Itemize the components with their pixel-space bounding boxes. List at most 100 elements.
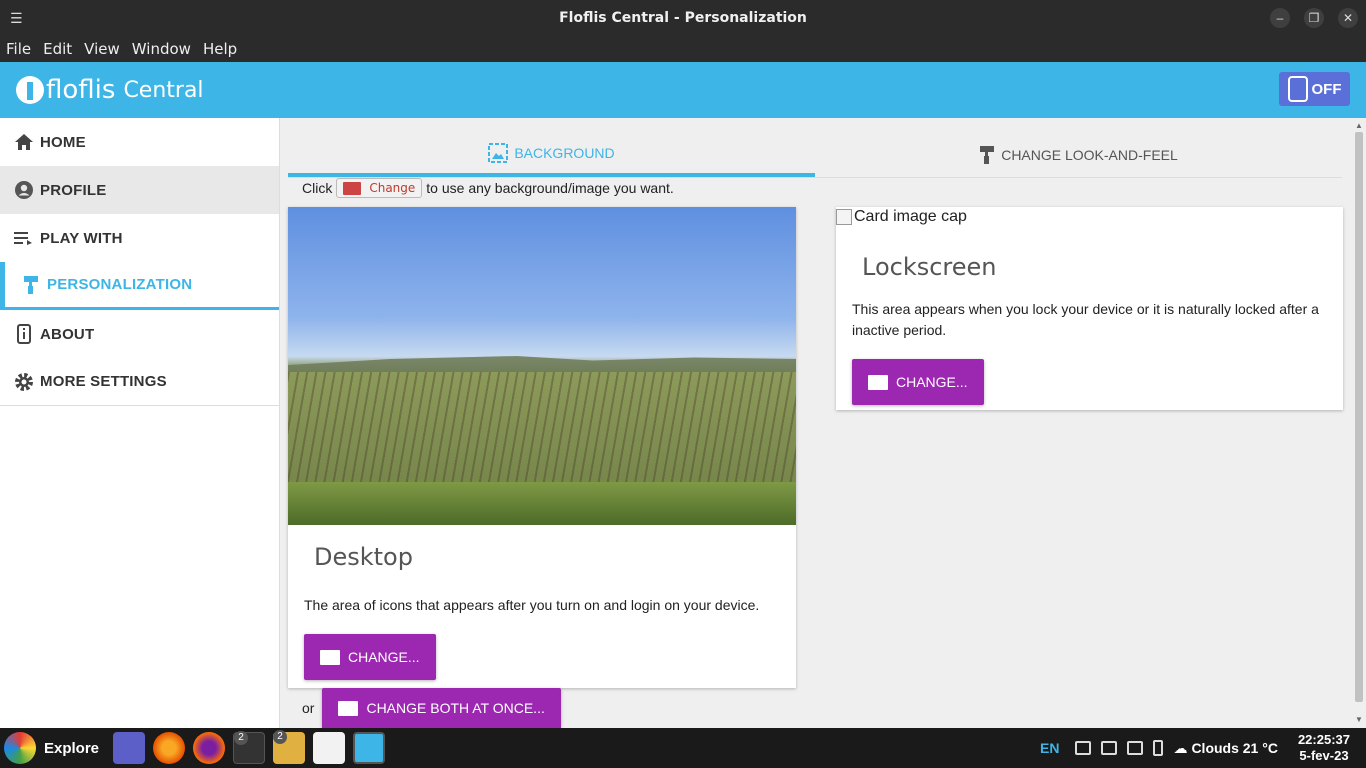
weather-icon: ☁ [1173,739,1188,756]
clock-date: 5-fev-23 [1299,748,1349,763]
app-header: floflis Central OFF [0,62,1366,118]
or-text: or [302,700,315,716]
scrollbar-thumb[interactable] [1355,132,1363,702]
clock[interactable]: 22:25:37 5-fev-23 [1298,732,1350,764]
main-content: BACKGROUND CHANGE LOOK-AND-FEEL Click Ch… [280,118,1366,728]
change-chip-button[interactable]: Change [336,178,423,198]
button-label: CHANGE... [896,374,968,390]
battery-icon[interactable] [1153,740,1164,756]
menu-bar: File Edit View Window Help [0,36,1366,62]
weather-text[interactable]: Clouds 21 °C [1191,740,1278,756]
desktop-card: Desktop The area of icons that appears a… [288,207,796,688]
card-title: Lockscreen [862,253,997,281]
window-titlebar: ☰ Floflis Central - Personalization – ❐ … [0,0,1366,36]
firefox-app-icon[interactable] [193,732,226,764]
sidebar-item-personalization[interactable]: PERSONALIZATION [0,262,279,310]
volume-icon[interactable] [1127,741,1144,755]
desktop-background-image [288,207,796,525]
lockscreen-image: Card image cap [836,207,1343,227]
hint-after: to use any background/image you want. [426,180,674,196]
button-label: CHANGE BOTH AT ONCE... [366,700,545,716]
sidebar: HOME PROFILE PLAY WITH PERSONALIZATION A… [0,118,280,728]
sidebar-item-label: PERSONALIZATION [47,276,193,293]
teams-app-icon[interactable] [113,732,146,764]
files-app-icon[interactable]: 2 [273,730,306,764]
folder-icon [320,649,340,665]
tab-label: BACKGROUND [514,144,615,161]
sidebar-item-label: PLAY WITH [40,229,123,247]
sidebar-item-play-with[interactable]: PLAY WITH [0,214,279,262]
start-orb-icon [4,732,36,764]
tab-change-look-and-feel[interactable]: CHANGE LOOK-AND-FEEL [815,132,1342,177]
terminal-app-icon[interactable]: 2 [233,731,266,764]
paint-roller-icon [21,275,41,295]
maximize-button[interactable]: ❐ [1304,8,1324,28]
tab-bar: BACKGROUND CHANGE LOOK-AND-FEEL [288,132,1342,178]
vertical-scrollbar[interactable]: ▲ ▼ [1354,122,1364,724]
card-text: This area appears when you lock your dev… [852,301,1319,338]
image-icon [488,142,509,163]
account-circle-icon [14,180,34,200]
brand-name: floflis [46,75,116,105]
sidebar-item-more-settings[interactable]: MORE SETTINGS [0,358,279,406]
sidebar-item-home[interactable]: HOME [0,118,279,166]
window-count-badge: 2 [234,731,249,745]
scroll-up-icon[interactable]: ▲ [1354,122,1364,130]
chip-label: Change [369,181,416,195]
keyboard-layout[interactable]: EN [1040,740,1059,756]
app-logo[interactable]: floflis Central [16,75,204,105]
system-tray: EN ☁ Clouds 21 °C 22:25:37 5-fev-23 [1040,728,1350,768]
change-desktop-button[interactable]: CHANGE... [304,634,436,680]
clock-time: 22:25:37 [1297,732,1350,747]
power-toggle-button[interactable]: OFF [1279,72,1350,106]
menu-help[interactable]: Help [203,40,237,58]
sidebar-item-label: HOME [40,133,86,151]
lockscreen-card: Card image cap Lockscreen This area appe… [836,207,1343,410]
close-button[interactable]: ✕ [1338,8,1358,28]
text-editor-app-icon[interactable] [313,732,346,764]
network-icon[interactable] [1101,741,1118,755]
tab-label: CHANGE LOOK-AND-FEEL [1001,146,1178,163]
paint-roller-icon [979,145,995,165]
fuel-pump-icon [1287,76,1308,102]
brand-suffix: Central [123,77,204,103]
sidebar-item-label: ABOUT [40,325,95,343]
start-label: Explore [44,739,100,757]
floflis-central-app-icon[interactable] [353,732,386,764]
window-count-badge: 2 [273,730,288,744]
card-title: Desktop [314,543,413,571]
tab-background[interactable]: BACKGROUND [288,132,815,177]
window-title: Floflis Central - Personalization [559,10,807,26]
folder-icon [868,374,888,390]
button-label: CHANGE... [348,649,420,665]
gear-icon [14,372,34,392]
display-icon[interactable] [1075,741,1092,755]
orb-app-icon[interactable] [153,732,186,764]
scroll-down-icon[interactable]: ▼ [1354,716,1364,724]
image-alt-text: Card image cap [854,208,967,225]
broken-image-icon [836,209,852,225]
floflis-logo-icon [16,76,44,104]
hint-before: Click [302,180,333,196]
change-both-row: or CHANGE BOTH AT ONCE... [302,688,561,728]
menu-view[interactable]: View [84,40,120,58]
hamburger-menu-icon[interactable]: ☰ [10,10,26,26]
menu-window[interactable]: Window [132,40,191,58]
playlist-icon [14,228,34,248]
taskbar: Explore 2 2 EN ☁ Clouds 21 °C 22:25:37 5… [0,728,1366,768]
background-hint: Click Change to use any background/image… [302,178,674,198]
sidebar-item-about[interactable]: ABOUT [0,310,279,358]
change-lockscreen-button[interactable]: CHANGE... [852,359,984,405]
folder-icon [343,181,362,195]
sidebar-item-profile[interactable]: PROFILE [0,166,279,214]
info-icon [14,324,34,344]
folder-icon [338,700,359,716]
menu-file[interactable]: File [6,40,31,58]
sidebar-item-label: PROFILE [40,181,107,199]
minimize-button[interactable]: – [1270,8,1290,28]
menu-edit[interactable]: Edit [43,40,72,58]
power-label: OFF [1311,80,1342,98]
sidebar-item-label: MORE SETTINGS [40,373,167,390]
change-both-button[interactable]: CHANGE BOTH AT ONCE... [322,688,561,728]
start-menu-button[interactable]: Explore [4,732,99,764]
